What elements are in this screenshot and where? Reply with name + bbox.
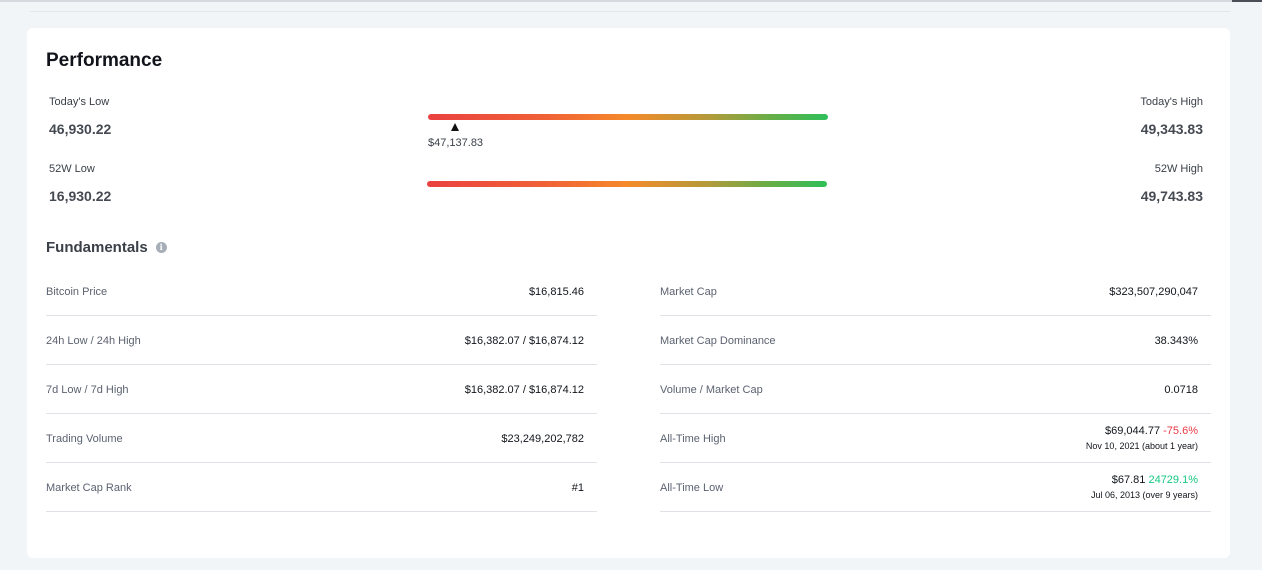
fundamentals-label: 24h Low / 24h High [46,335,141,347]
ath-change: -75.6% [1163,425,1198,437]
fundamentals-label: Market Cap [660,286,717,298]
fundamentals-label: All-Time High [660,433,726,445]
atl-change: 24729.1% [1148,474,1198,486]
fundamentals-header: Fundamentals i [46,239,167,256]
fundamentals-row-volume-market-cap: Volume / Market Cap 0.0718 [660,365,1211,414]
fundamentals-label: All-Time Low [660,482,724,494]
fundamentals-row-7d-range: 7d Low / 7d High $16,382.07 / $16,874.12 [46,365,597,414]
fundamentals-label: Trading Volume [46,433,123,445]
current-price-value: $47,137.83 [428,137,484,149]
ath-date: Nov 10, 2021 (about 1 year) [1085,441,1198,451]
performance-title: Performance [46,50,163,71]
fundamentals-right-column: Market Cap $323,507,290,047 Market Cap D… [660,267,1211,512]
today-high-value: 49,343.83 [1140,121,1203,137]
week52-range: 52W Low 16,930.22 52W High 49,743.83 [27,163,1230,223]
current-price-marker-icon [451,123,459,131]
fundamentals-row-market-cap: Market Cap $323,507,290,047 [660,267,1211,316]
fundamentals-row-24h-range: 24h Low / 24h High $16,382.07 / $16,874.… [46,316,597,365]
performance-card: Performance Today's Low 46,930.22 $47,13… [27,28,1230,558]
fundamentals-value: $16,815.46 [528,286,584,298]
fundamentals-label: Market Cap Dominance [660,335,776,347]
fundamentals-row-all-time-high: All-Time High $69,044.77 -75.6% Nov 10, … [660,414,1211,463]
fundamentals-value: $323,507,290,047 [1109,286,1198,298]
fundamentals-label: Bitcoin Price [46,286,108,298]
week52-high-value: 49,743.83 [1140,188,1203,204]
fundamentals-label: 7d Low / 7d High [46,384,129,396]
top-border-accent [1232,0,1262,2]
fundamentals-value: 38.343% [1154,335,1198,347]
today-low-value: 46,930.22 [49,121,112,137]
fundamentals-label: Market Cap Rank [46,482,132,494]
top-border [0,0,1262,2]
fundamentals-value: $67.81 24729.1% [1112,474,1198,486]
week52-low-value: 16,930.22 [49,188,112,204]
today-low-label: Today's Low [49,96,110,108]
fundamentals-value: $23,249,202,782 [501,433,584,445]
atl-date: Jul 06, 2013 (over 9 years) [1090,490,1198,500]
fundamentals-row-trading-volume: Trading Volume $23,249,202,782 [46,414,597,463]
fundamentals-value: $69,044.77 -75.6% [1105,425,1198,437]
fundamentals-row-market-cap-rank: Market Cap Rank #1 [46,463,597,512]
fundamentals-title: Fundamentals [46,239,148,256]
fundamentals-value: 0.0718 [1164,384,1198,396]
fundamentals-row-bitcoin-price: Bitcoin Price $16,815.46 [46,267,597,316]
week52-low-label: 52W Low [49,163,95,175]
ath-price: $69,044.77 [1105,425,1161,437]
today-range: Today's Low 46,930.22 $47,137.83 Today's… [27,96,1230,156]
week52-high-label: 52W High [1154,163,1203,175]
week52-range-bar [427,181,827,187]
fundamentals-value: $16,382.07 / $16,874.12 [464,335,584,347]
fundamentals-value: #1 [571,482,584,494]
fundamentals-label: Volume / Market Cap [660,384,763,396]
info-icon[interactable]: i [155,242,167,253]
today-range-bar [428,114,828,120]
fundamentals-left-column: Bitcoin Price $16,815.46 24h Low / 24h H… [46,267,597,512]
section-divider [30,11,1230,12]
atl-price: $67.81 [1111,474,1146,486]
today-high-label: Today's High [1140,96,1203,108]
fundamentals-row-market-cap-dominance: Market Cap Dominance 38.343% [660,316,1211,365]
fundamentals-value: $16,382.07 / $16,874.12 [464,384,584,396]
fundamentals-row-all-time-low: All-Time Low $67.81 24729.1% Jul 06, 201… [660,463,1211,512]
